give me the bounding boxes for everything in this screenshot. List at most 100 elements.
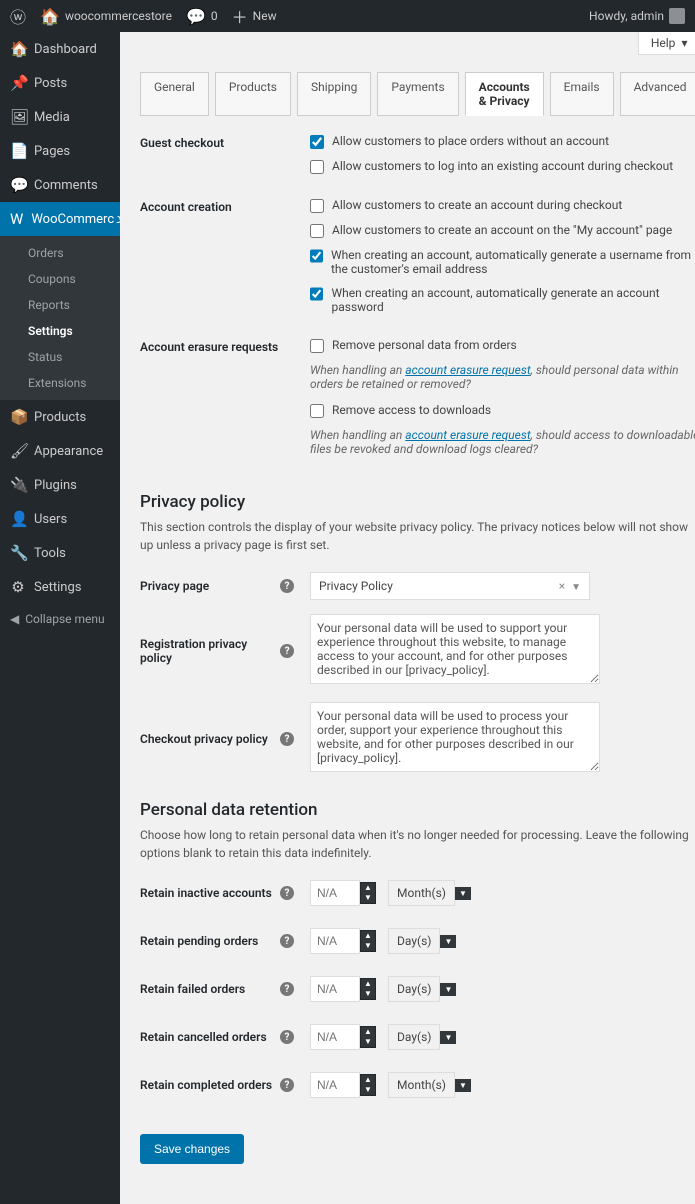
help-icon[interactable]: ?	[280, 982, 294, 996]
retention-unit-select[interactable]: Day(s)	[388, 928, 440, 954]
new-link[interactable]: ＋New	[232, 4, 277, 28]
creation-auto-username[interactable]: When creating an account, automatically …	[310, 248, 695, 276]
tab-emails[interactable]: Emails	[550, 72, 614, 116]
sidebar-item-tools[interactable]: 🔧Tools	[0, 536, 120, 570]
chevron-down-icon: ▾	[681, 36, 687, 50]
sidebar-item-label: Dashboard	[34, 42, 97, 57]
sidebar-item-comments[interactable]: 💬Comments	[0, 168, 120, 202]
site-link[interactable]: 🏠woocommercestore	[40, 7, 172, 26]
number-spinner[interactable]: ▲▼	[360, 1074, 376, 1096]
sidebar-item-products[interactable]: 📦 Products	[0, 400, 120, 434]
woo-icon: W	[10, 210, 23, 228]
tab-products[interactable]: Products	[215, 72, 291, 116]
chevron-down-icon: ▼	[571, 582, 581, 593]
help-icon[interactable]: ?	[280, 644, 294, 658]
menu-icon: 📦	[10, 408, 26, 426]
creation-during-checkout[interactable]: Allow customers to create an account dur…	[310, 198, 695, 213]
guest-allow-orders[interactable]: Allow customers to place orders without …	[310, 134, 695, 149]
submenu-item-extensions[interactable]: Extensions	[0, 370, 120, 396]
tab-advanced[interactable]: Advanced	[620, 72, 695, 116]
help-tab[interactable]: Help▾	[638, 32, 695, 55]
sidebar-item-label: Plugins	[34, 478, 77, 493]
clear-icon[interactable]: ×	[553, 579, 571, 593]
retention-unit-select[interactable]: Day(s)	[388, 1024, 440, 1050]
sidebar-item-label: Pages	[34, 144, 70, 159]
submenu-item-status[interactable]: Status	[0, 344, 120, 370]
retention-title: Personal data retention	[140, 800, 695, 820]
registration-privacy-label: Registration privacy policy	[140, 637, 280, 665]
help-icon[interactable]: ?	[280, 1078, 294, 1092]
retention-row: Retain pending orders? ▲▼ Day(s) ▼	[140, 928, 695, 954]
help-icon[interactable]: ?	[280, 934, 294, 948]
sidebar-item-pages[interactable]: 📄Pages	[0, 134, 120, 168]
help-icon[interactable]: ?	[280, 732, 294, 746]
privacy-policy-title: Privacy policy	[140, 492, 695, 512]
registration-privacy-textarea[interactable]	[310, 614, 600, 684]
chevron-down-icon[interactable]: ▼	[440, 1031, 456, 1044]
chevron-down-icon[interactable]: ▼	[440, 983, 456, 996]
erasure-label: Account erasure requests	[140, 338, 310, 468]
tab-accounts-privacy[interactable]: Accounts & Privacy	[465, 72, 544, 116]
sidebar-item-label: WooCommerce	[31, 212, 121, 227]
number-spinner[interactable]: ▲▼	[360, 930, 376, 952]
submenu-item-coupons[interactable]: Coupons	[0, 266, 120, 292]
retention-number-input[interactable]	[310, 928, 360, 954]
sidebar-item-appearance[interactable]: 🖌Appearance	[0, 434, 120, 468]
retention-unit-select[interactable]: Month(s)	[388, 880, 455, 906]
guest-allow-login[interactable]: Allow customers to log into an existing …	[310, 159, 695, 174]
sidebar-item-dashboard[interactable]: 🏠Dashboard	[0, 32, 120, 66]
retention-number-input[interactable]	[310, 880, 360, 906]
chevron-down-icon[interactable]: ▼	[440, 935, 456, 948]
submenu-item-orders[interactable]: Orders	[0, 240, 120, 266]
erasure-request-link-2[interactable]: account erasure request	[405, 428, 530, 442]
erasure-remove-downloads[interactable]: Remove access to downloads	[310, 403, 695, 418]
chevron-down-icon[interactable]: ▼	[455, 887, 471, 900]
comments-link[interactable]: 💬0	[186, 7, 218, 26]
number-spinner[interactable]: ▲▼	[360, 1026, 376, 1048]
save-button[interactable]: Save changes	[140, 1134, 244, 1164]
help-icon[interactable]: ?	[280, 1030, 294, 1044]
tab-payments[interactable]: Payments	[377, 72, 458, 116]
retention-unit-select[interactable]: Month(s)	[388, 1072, 455, 1098]
collapse-icon: ◀	[10, 612, 19, 626]
sidebar-item-label: Media	[34, 110, 70, 125]
erasure-hint-2: When handling an account erasure request…	[310, 428, 695, 456]
howdy-link[interactable]: Howdy, admin	[589, 8, 685, 24]
sidebar-item-users[interactable]: 👤Users	[0, 502, 120, 536]
erasure-request-link-1[interactable]: account erasure request	[405, 363, 530, 377]
erasure-hint-1: When handling an account erasure request…	[310, 363, 695, 391]
erasure-remove-orders[interactable]: Remove personal data from orders	[310, 338, 695, 353]
sidebar-item-settings[interactable]: ⚙Settings	[0, 570, 120, 604]
menu-icon: 🖼	[10, 108, 26, 126]
tab-shipping[interactable]: Shipping	[297, 72, 371, 116]
help-icon[interactable]: ?	[280, 886, 294, 900]
sidebar-item-media[interactable]: 🖼 Media	[0, 100, 120, 134]
chevron-down-icon[interactable]: ▼	[455, 1079, 471, 1092]
retention-unit-select[interactable]: Day(s)	[388, 976, 440, 1002]
privacy-page-select[interactable]: Privacy Policy ×▼	[310, 572, 590, 600]
guest-checkout-label: Guest checkout	[140, 134, 310, 184]
collapse-menu[interactable]: ◀ Collapse menu	[0, 604, 120, 634]
help-icon[interactable]: ?	[280, 579, 294, 593]
menu-icon: 👤	[10, 510, 26, 528]
submenu-item-reports[interactable]: Reports	[0, 292, 120, 318]
submenu-item-settings[interactable]: Settings	[0, 318, 120, 344]
retention-number-input[interactable]	[310, 1072, 360, 1098]
menu-icon: ⚙	[10, 578, 26, 596]
number-spinner[interactable]: ▲▼	[360, 882, 376, 904]
privacy-page-label: Privacy page	[140, 579, 209, 593]
wp-logo[interactable]: ⓦ	[10, 4, 26, 28]
tab-general[interactable]: General	[140, 72, 209, 116]
retention-number-input[interactable]	[310, 1024, 360, 1050]
checkout-privacy-label: Checkout privacy policy	[140, 732, 268, 746]
sidebar-item-label: Products	[34, 410, 86, 425]
creation-my-account[interactable]: Allow customers to create an account on …	[310, 223, 695, 238]
retention-row: Retain completed orders? ▲▼ Month(s) ▼	[140, 1072, 695, 1098]
sidebar-item-plugins[interactable]: 🔌Plugins	[0, 468, 120, 502]
sidebar-item-woocommerce[interactable]: W WooCommerce	[0, 202, 120, 236]
checkout-privacy-textarea[interactable]	[310, 702, 600, 772]
retention-number-input[interactable]	[310, 976, 360, 1002]
sidebar-item-posts[interactable]: 📌Posts	[0, 66, 120, 100]
creation-auto-password[interactable]: When creating an account, automatically …	[310, 286, 695, 314]
number-spinner[interactable]: ▲▼	[360, 978, 376, 1000]
